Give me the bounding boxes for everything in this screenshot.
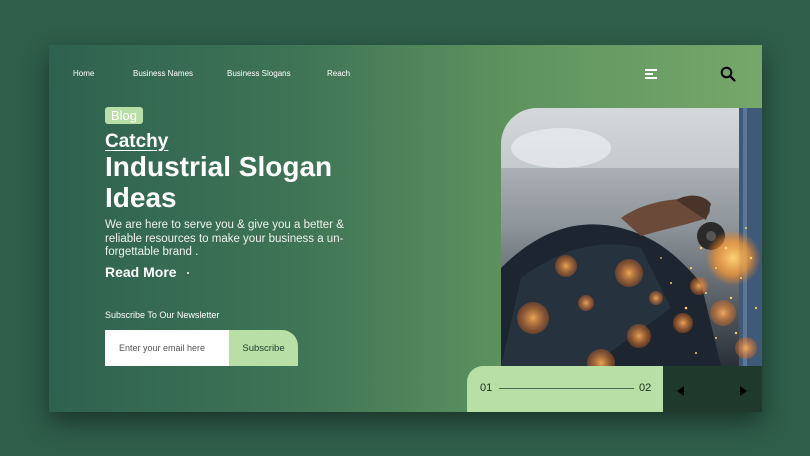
- read-more-dot: [187, 272, 189, 274]
- subscribe-button[interactable]: Subscribe: [229, 330, 298, 366]
- nav-business-names-link[interactable]: Business Names: [133, 69, 193, 78]
- slider-controls: [663, 366, 762, 412]
- email-field[interactable]: [105, 330, 229, 366]
- search-icon[interactable]: [720, 66, 736, 82]
- newsletter-label: Subscribe To Our Newsletter: [105, 310, 220, 320]
- hamburger-menu-icon[interactable]: [645, 68, 657, 80]
- blog-badge: Blog: [105, 107, 144, 124]
- hero-kicker: Catchy: [105, 131, 169, 152]
- hero-title: Industrial Slogan Ideas: [105, 151, 333, 213]
- hero-card: Home Business Names Business Slogans Rea…: [49, 45, 762, 412]
- arrow-right-icon[interactable]: [740, 383, 748, 401]
- nav-business-slogans-link[interactable]: Business Slogans: [227, 69, 291, 78]
- nav-reach-link[interactable]: Reach: [327, 69, 350, 78]
- slide-start-number: 01: [480, 382, 493, 394]
- hero-image: [501, 108, 762, 366]
- read-more-link[interactable]: Read More: [105, 264, 177, 280]
- arrow-left-icon[interactable]: [677, 383, 685, 401]
- slider-progress: 01 02: [467, 366, 663, 412]
- slide-end-number: 02: [639, 382, 652, 394]
- slider-track: [499, 388, 634, 389]
- hero-description: We are here to serve you & give you a be…: [105, 219, 344, 258]
- nav-home-link[interactable]: Home: [71, 69, 96, 81]
